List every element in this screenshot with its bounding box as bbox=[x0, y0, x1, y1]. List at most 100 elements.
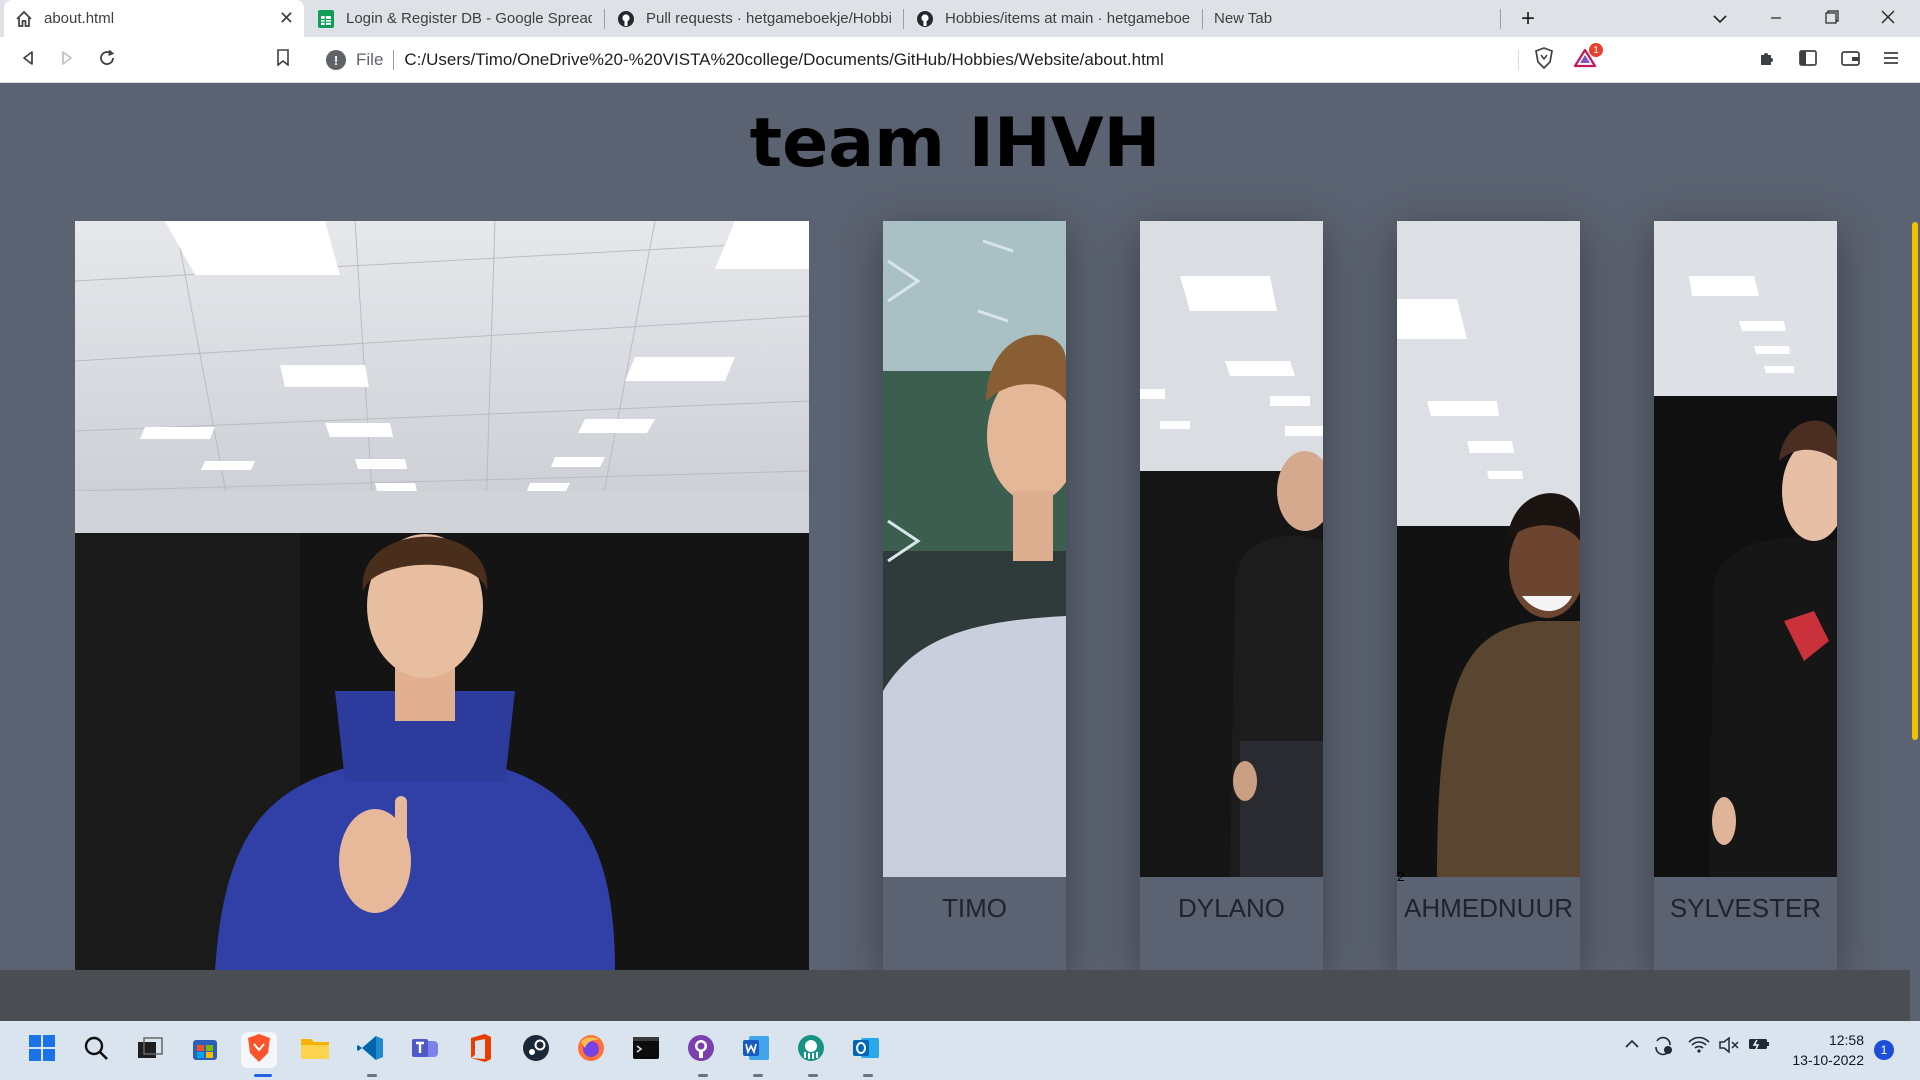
featured-member-photo bbox=[75, 221, 809, 970]
forward-button[interactable] bbox=[52, 45, 82, 75]
terminal-icon bbox=[632, 1036, 660, 1065]
google-sheets-icon bbox=[316, 9, 336, 29]
taskbar-app-steam[interactable] bbox=[518, 1032, 554, 1068]
forward-arrow-icon bbox=[59, 50, 75, 71]
taskbar-app-terminal[interactable] bbox=[628, 1032, 664, 1068]
vscode-icon bbox=[356, 1034, 384, 1067]
sidebar-button[interactable] bbox=[1793, 45, 1823, 75]
minimize-icon bbox=[1770, 9, 1782, 29]
member-photo bbox=[1397, 221, 1580, 877]
tab-title: Login & Register DB - Google Spreads bbox=[346, 10, 592, 27]
tab-hobbies-items[interactable]: Hobbies/items at main · hetgameboek bbox=[905, 0, 1201, 37]
member-name: TIMO bbox=[942, 893, 1007, 923]
running-indicator bbox=[698, 1074, 708, 1077]
clock-time: 12:58 bbox=[1828, 1032, 1864, 1048]
tab-separator bbox=[604, 9, 605, 29]
taskbar-app-vscode[interactable] bbox=[352, 1032, 388, 1068]
sync-icon bbox=[1652, 1036, 1674, 1059]
member-name: SYLVESTER bbox=[1669, 893, 1822, 923]
task-view-icon bbox=[137, 1036, 163, 1065]
wifi-icon bbox=[1688, 1036, 1710, 1057]
taskbar-app-word[interactable] bbox=[738, 1032, 774, 1068]
member-card[interactable]: DYLANO bbox=[1140, 221, 1323, 970]
clock-date: 13-10-2022 bbox=[1792, 1052, 1864, 1068]
address-bar[interactable]: ! File C:/Users/Timo/OneDrive%20-%20VIST… bbox=[312, 43, 1608, 77]
github-desktop-icon bbox=[687, 1034, 715, 1067]
close-window-button[interactable] bbox=[1860, 0, 1916, 37]
sync-status-button[interactable] bbox=[1652, 1036, 1674, 1059]
taskbar-app-store[interactable] bbox=[187, 1032, 223, 1068]
running-indicator bbox=[367, 1074, 377, 1077]
taskbar-clock[interactable]: 12:58 13-10-2022 bbox=[1780, 1030, 1864, 1070]
tab-new-tab[interactable]: New Tab bbox=[1204, 0, 1500, 37]
page-content: team IHVH TIMO DYLANO 2 AHMEDNUUR SYLVES… bbox=[0, 84, 1920, 970]
minimize-button[interactable] bbox=[1748, 0, 1804, 37]
notification-badge[interactable]: 1 bbox=[1874, 1040, 1894, 1060]
close-icon[interactable]: ✕ bbox=[279, 8, 294, 29]
task-view-button[interactable] bbox=[132, 1032, 168, 1068]
gitkraken-icon bbox=[797, 1034, 825, 1067]
brave-rewards-button[interactable]: 1 bbox=[1571, 43, 1603, 75]
tab-title: Pull requests · hetgameboekje/Hobbie bbox=[646, 10, 892, 27]
tab-pull-requests[interactable]: Pull requests · hetgameboekje/Hobbie bbox=[606, 0, 902, 37]
taskbar-app-teams[interactable] bbox=[407, 1032, 443, 1068]
taskbar-app-firefox[interactable] bbox=[573, 1032, 609, 1068]
github-icon bbox=[915, 9, 935, 29]
tab-title: New Tab bbox=[1214, 10, 1273, 27]
address-divider bbox=[393, 50, 395, 70]
new-tab-button[interactable]: + bbox=[1500, 0, 1556, 37]
sidebar-icon bbox=[1799, 49, 1817, 71]
running-indicator bbox=[254, 1074, 272, 1077]
member-card[interactable]: SYLVESTER bbox=[1654, 221, 1837, 970]
taskbar-app-office[interactable] bbox=[462, 1032, 498, 1068]
address-url[interactable]: C:/Users/Timo/OneDrive%20-%20VISTA%20col… bbox=[404, 50, 1163, 70]
tab-google-sheets[interactable]: Login & Register DB - Google Spreads bbox=[306, 0, 602, 37]
taskbar-search-button[interactable] bbox=[78, 1032, 114, 1068]
member-card[interactable]: TIMO bbox=[883, 221, 1066, 970]
show-hidden-icons-button[interactable] bbox=[1624, 1036, 1640, 1055]
member-photo bbox=[1654, 221, 1837, 877]
site-info-icon[interactable]: ! bbox=[326, 50, 346, 70]
tab-about[interactable]: about.html ✕ bbox=[4, 0, 304, 37]
store-icon bbox=[191, 1034, 219, 1067]
taskbar-app-brave[interactable] bbox=[241, 1032, 277, 1068]
bookmark-button[interactable] bbox=[268, 45, 298, 75]
reload-icon bbox=[98, 49, 116, 72]
member-card[interactable]: 2 AHMEDNUUR bbox=[1397, 221, 1580, 970]
back-button[interactable] bbox=[13, 45, 43, 75]
wallet-button[interactable] bbox=[1835, 45, 1865, 75]
restore-button[interactable] bbox=[1804, 0, 1860, 37]
menu-button[interactable] bbox=[1876, 45, 1906, 75]
taskbar-app-github-desktop[interactable] bbox=[683, 1032, 719, 1068]
search-icon bbox=[83, 1035, 109, 1066]
taskbar-app-gitkraken[interactable] bbox=[793, 1032, 829, 1068]
reload-button[interactable] bbox=[92, 45, 122, 75]
running-indicator bbox=[753, 1074, 763, 1077]
member-photo bbox=[883, 221, 1066, 877]
member-name: DYLANO bbox=[1178, 893, 1285, 923]
word-icon bbox=[741, 1034, 771, 1067]
steam-icon bbox=[522, 1034, 550, 1067]
tab-separator bbox=[903, 9, 904, 29]
browser-toolbar: ! File C:/Users/Timo/OneDrive%20-%20VIST… bbox=[0, 37, 1920, 83]
extensions-button[interactable] bbox=[1752, 45, 1782, 75]
address-separator bbox=[1518, 50, 1519, 70]
tab-search-button[interactable] bbox=[1692, 0, 1748, 37]
chevron-down-icon bbox=[1713, 9, 1727, 29]
file-explorer-icon bbox=[300, 1035, 330, 1066]
office-icon bbox=[467, 1033, 493, 1068]
back-arrow-icon bbox=[20, 50, 36, 71]
wifi-button[interactable] bbox=[1688, 1036, 1710, 1057]
taskbar-app-outlook[interactable] bbox=[848, 1032, 884, 1068]
start-button[interactable] bbox=[24, 1032, 60, 1068]
taskbar-app-explorer[interactable] bbox=[297, 1032, 333, 1068]
tab-title: about.html bbox=[44, 10, 115, 27]
brave-shields-button[interactable] bbox=[1529, 45, 1559, 75]
windows-start-icon bbox=[28, 1034, 56, 1067]
page-title: team IHVH bbox=[749, 104, 1161, 183]
volume-button[interactable] bbox=[1718, 1036, 1740, 1057]
teams-icon bbox=[410, 1034, 440, 1067]
battery-button[interactable] bbox=[1748, 1036, 1770, 1055]
scrollbar-thumb[interactable] bbox=[1912, 222, 1918, 740]
close-icon bbox=[1881, 9, 1895, 29]
